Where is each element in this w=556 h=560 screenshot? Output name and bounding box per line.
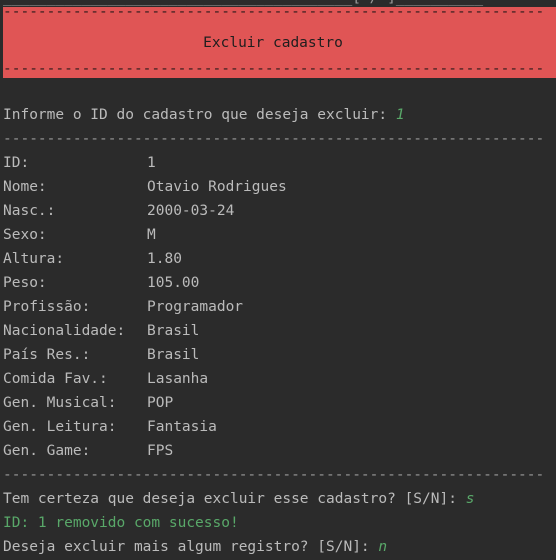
confirm-question: Tem certeza que deseja excluir esse cada… [3,491,466,507]
record-row-altura: Altura: 1.80 [3,247,182,271]
header-banner: ----------------------------------------… [3,4,556,78]
record-value: Brasil [147,323,200,339]
record-key: Sexo: [3,227,47,243]
record-key: Nacionalidade: [3,323,126,339]
separator-bottom: ----------------------------------------… [3,467,545,483]
record-key: Nome: [3,179,47,195]
record-row-id: ID: 1 [3,151,156,175]
record-row-profissao: Profissão: Programador [3,295,243,319]
record-key: Gen. Game: [3,443,91,459]
record-value: Otavio Rodrigues [147,179,287,195]
again-answer[interactable]: n [378,539,387,555]
banner-dash-top: ----------------------------------------… [3,4,545,20]
record-key: Comida Fav.: [3,371,108,387]
record-value: 1.80 [147,251,182,267]
prompt-id-line: Informe o ID do cadastro que deseja excl… [3,103,405,127]
record-row-comida-fav: Comida Fav.: Lasanha [3,367,208,391]
record-key: Peso: [3,275,47,291]
record-row-gen-leitura: Gen. Leitura: Fantasia [3,415,217,439]
banner-title: Excluir cadastro [203,35,343,51]
record-value: M [147,227,156,243]
separator-top: ----------------------------------------… [3,131,545,147]
record-value: FPS [147,443,174,459]
record-value: 1 [147,155,156,171]
record-row-gen-game: Gen. Game: FPS [3,439,173,463]
record-row-gen-musical: Gen. Musical: POP [3,391,173,415]
record-key: Gen. Leitura: [3,419,117,435]
record-value: POP [147,395,174,411]
again-line[interactable]: Deseja excluir mais algum registro? [S/N… [3,535,387,559]
record-row-peso: Peso: 105.00 [3,271,199,295]
record-value: Fantasia [147,419,217,435]
record-row-pais-res: País Res.: Brasil [3,343,199,367]
record-key: Gen. Musical: [3,395,117,411]
result-message: ID: 1 removido com sucesso! [3,515,239,531]
record-row-nome: Nome: Otavio Rodrigues [3,175,287,199]
confirm-answer: s [465,491,475,507]
record-key: Nasc.: [3,203,56,219]
again-question: Deseja excluir mais algum registro? [S/N… [3,539,379,555]
record-key: Profissão: [3,299,91,315]
prompt-id-question: Informe o ID do cadastro que deseja excl… [3,107,396,123]
record-row-nasc: Nasc.: 2000-03-24 [3,199,234,223]
record-key: Altura: [3,251,65,267]
record-key: País Res.: [3,347,91,363]
record-value: 2000-03-24 [147,203,235,219]
record-row-nacionalidade: Nacionalidade: Brasil [3,319,199,343]
confirm-line: Tem certeza que deseja excluir esse cada… [3,487,474,511]
record-value: Lasanha [147,371,209,387]
record-key: ID: [3,155,30,171]
record-row-sexo: Sexo: M [3,223,156,247]
banner-dash-bottom: ----------------------------------------… [3,61,545,77]
prompt-id-answer: 1 [395,107,405,123]
record-value: 105.00 [147,275,200,291]
record-value: Brasil [147,347,200,363]
record-value: Programador [147,299,244,315]
terminal-output: ________________________________________… [0,0,556,560]
